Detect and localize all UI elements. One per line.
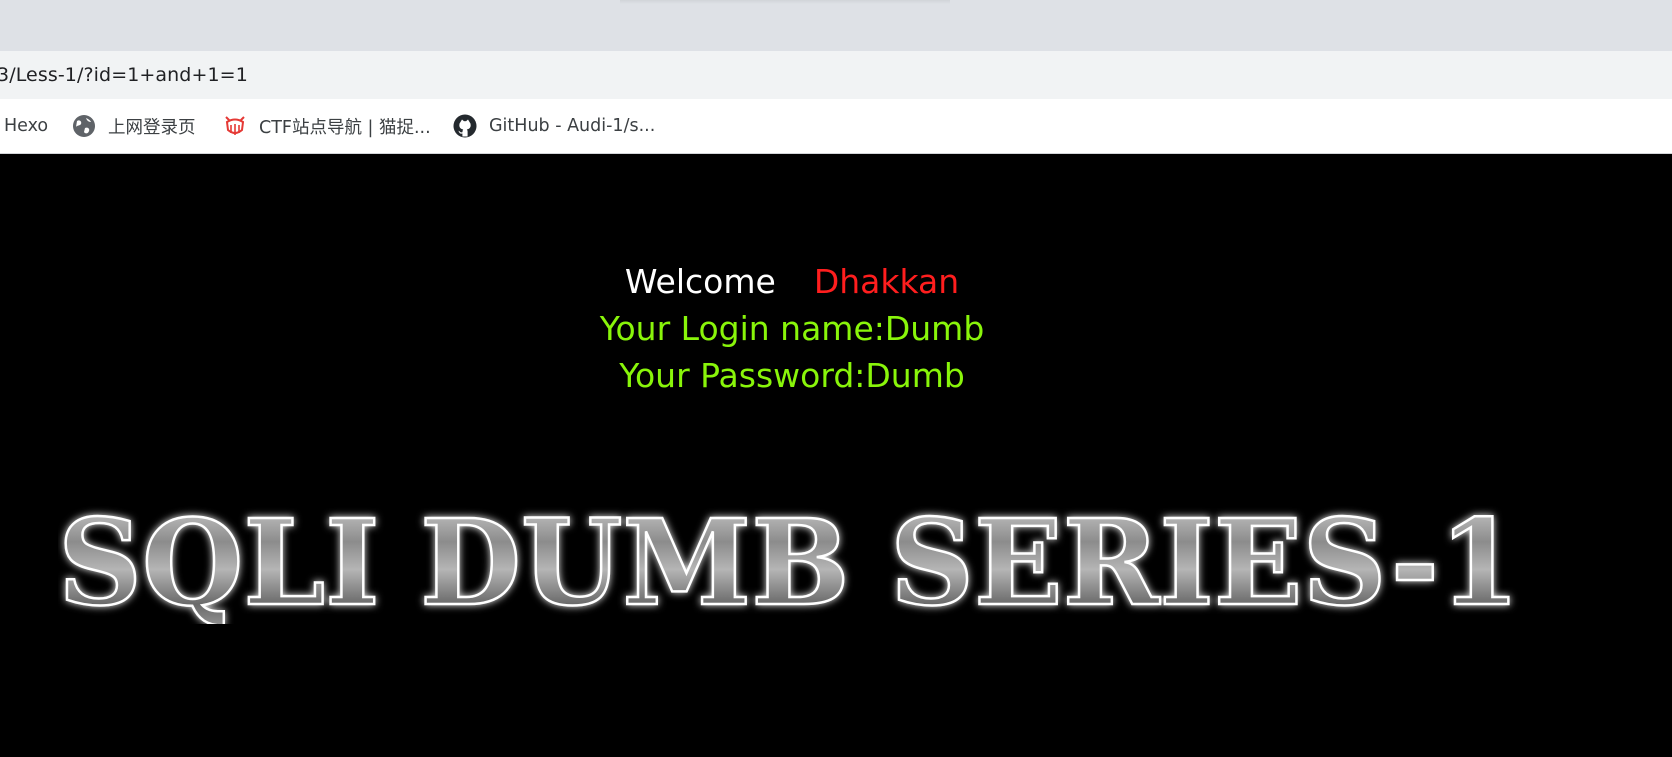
bookmark-ctf-nav[interactable]: CTF站点导航 | 猫捉... [223,99,431,153]
address-bar[interactable]: 3/Less-1/?id=1+and+1=1 [0,51,1672,99]
bookmark-login-page[interactable]: 上网登录页 [72,99,196,153]
login-name-text: Your Login name:Dumb [599,309,985,348]
bookmark-github[interactable]: GitHub - Audi-1/s... [453,99,655,153]
bookmark-label: GitHub - Audi-1/s... [489,116,656,136]
welcome-text: Welcome [624,262,776,301]
globe-icon [72,114,96,138]
welcome-name: Dhakkan [813,262,960,301]
page-content: Welcome Dhakkan Your Login name:Dumb Your… [0,154,1672,757]
bookmarks-bar: Hexo 上网登录页 CTF站点导航 | 猫捉... GitHub - Audi… [0,99,1672,154]
password-text: Your Password:Dumb [619,356,965,395]
bookmark-label: CTF站点导航 | 猫捉... [259,117,431,138]
banner-text: SQLI DUMB SERIES-1 [58,494,1520,624]
bookmark-label: Hexo [4,116,49,136]
tab-strip [0,0,1672,51]
bookmark-hexo[interactable]: Hexo [4,99,48,153]
github-icon [453,114,477,138]
cat-icon [223,114,247,138]
bookmark-label: 上网登录页 [108,117,196,138]
welcome-line: Welcome Dhakkan [0,262,1584,301]
active-tab-edge [620,0,950,4]
address-bar-url[interactable]: 3/Less-1/?id=1+and+1=1 [0,64,248,86]
sqli-banner: SQLI DUMB SERIES-1 [58,494,1528,624]
